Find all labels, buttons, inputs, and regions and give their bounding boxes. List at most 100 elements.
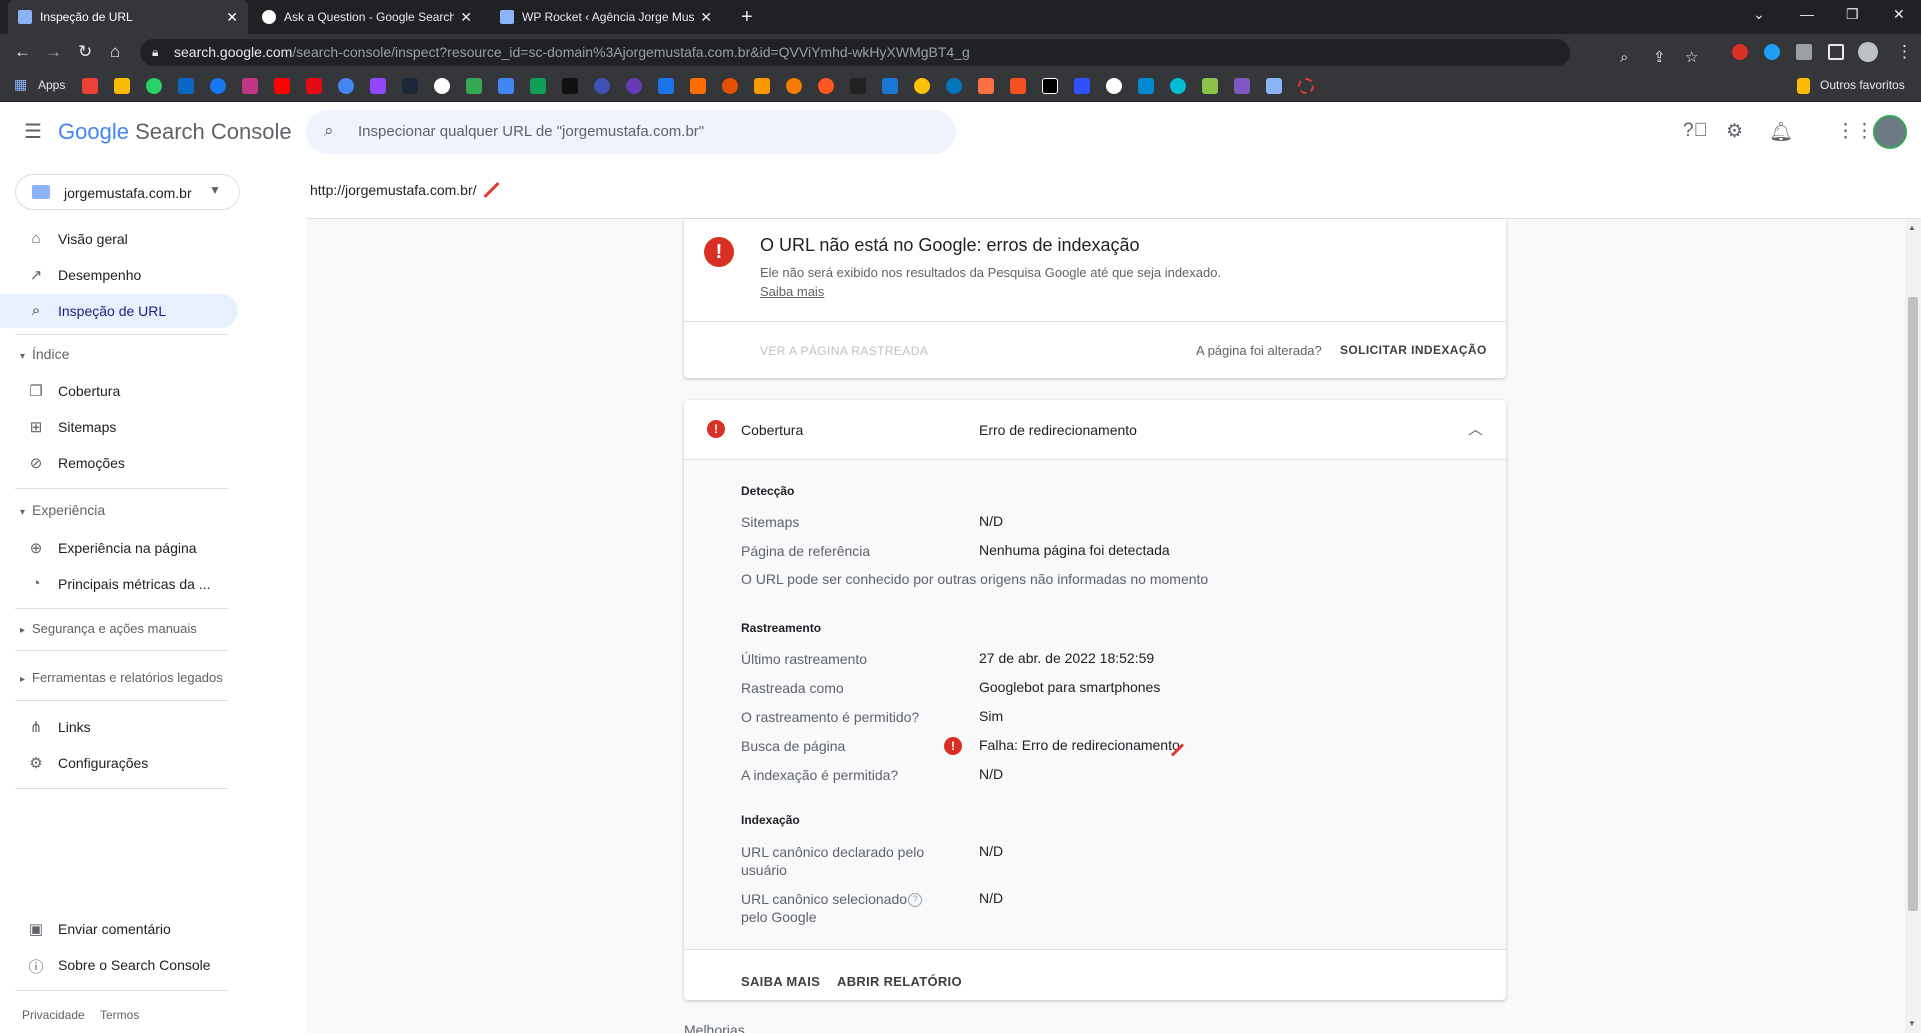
apps-grid-icon[interactable]: ⋮⋮ — [1836, 120, 1874, 143]
bookmark-icon[interactable] — [594, 78, 610, 94]
apps-grid-icon[interactable]: ▦ — [14, 76, 30, 92]
youtube-bookmark-icon[interactable] — [274, 78, 290, 94]
property-selector[interactable]: jorgemustafa.com.br ▼ — [15, 174, 240, 210]
scrollbar-thumb[interactable] — [1908, 297, 1918, 911]
close-icon[interactable]: ✕ — [226, 9, 238, 26]
twitch-bookmark-icon[interactable] — [370, 78, 386, 94]
bookmark-icon[interactable] — [1234, 78, 1250, 94]
bookmark-icon[interactable] — [1074, 78, 1090, 94]
tab-inspecao-url[interactable]: Inspeção de URL ✕ — [8, 0, 248, 34]
home-icon[interactable]: ⌂ — [110, 42, 120, 62]
bookmark-icon[interactable] — [690, 78, 706, 94]
menu-dots-icon[interactable]: ⋮ — [1896, 42, 1913, 62]
hamburger-menu-icon[interactable]: ☰ — [24, 119, 42, 144]
bookmark-icon[interactable] — [850, 78, 866, 94]
bookmark-icon[interactable] — [1138, 78, 1154, 94]
open-report-button[interactable]: ABRIR RELATÓRIO — [837, 974, 962, 989]
close-icon[interactable]: ✕ — [460, 9, 472, 26]
bookmark-icon[interactable] — [754, 78, 770, 94]
learn-more-button[interactable]: SAIBA MAIS — [741, 974, 820, 989]
github-bookmark-icon[interactable] — [1106, 78, 1122, 94]
manage-users-icon[interactable]: ⚙ — [1726, 120, 1743, 143]
gmail-bookmark-icon[interactable] — [82, 78, 98, 94]
request-indexing-button[interactable]: SOLICITAR INDEXAÇÃO — [1340, 343, 1487, 357]
sidebar-item-experiencia-pagina[interactable]: ⊕ Experiência na página — [0, 531, 238, 565]
sidebar-item-inspecao-url[interactable]: ⌕ Inspeção de URL — [0, 294, 238, 328]
bookmark-icon[interactable] — [434, 78, 450, 94]
bookmark-icon[interactable] — [498, 78, 514, 94]
sidebar-item-remocoes[interactable]: ⊘ Remoções — [0, 446, 238, 480]
bookmark-icon[interactable] — [466, 78, 482, 94]
bookmark-icon[interactable] — [626, 78, 642, 94]
privacy-link[interactable]: Privacidade — [22, 1008, 85, 1022]
tab-ask-question[interactable]: Ask a Question - Google Search C ✕ — [252, 0, 482, 34]
bookmark-apps[interactable]: Apps — [38, 78, 65, 92]
section-seguranca[interactable]: ▸ Segurança e ações manuais — [20, 621, 197, 636]
address-bar[interactable]: 🔒︎ search.google.com/search-console/insp… — [140, 39, 1698, 66]
scrollbar[interactable]: ▲ ▼ — [1905, 219, 1921, 1033]
section-ferramentas[interactable]: ▸ Ferramentas e relatórios legados — [20, 670, 223, 685]
sidebar-item-enviar-comentario[interactable]: ▣ Enviar comentário — [0, 912, 238, 946]
bookmark-icon[interactable] — [1170, 78, 1186, 94]
view-crawled-page-button[interactable]: VER A PÁGINA RASTREADA — [760, 344, 928, 358]
tab-wp-rocket[interactable]: WP Rocket ‹ Agência Jorge Must ✕ — [490, 0, 722, 34]
help-icon[interactable]: ?⃝ — [1683, 120, 1708, 142]
scroll-down-arrow-icon[interactable]: ▼ — [1908, 1019, 1916, 1028]
bookmark-icon[interactable] — [946, 78, 962, 94]
forward-icon[interactable]: → — [45, 42, 62, 62]
notifications-bell-icon[interactable]: 🔔︎ — [1769, 120, 1793, 144]
bookmark-icon[interactable] — [1298, 78, 1314, 94]
sidebar-item-principais-metricas[interactable]: ◔ Principais métricas da ... — [0, 567, 238, 601]
other-bookmarks[interactable]: Outros favoritos — [1820, 78, 1905, 92]
bookmark-icon[interactable] — [658, 78, 674, 94]
profile-avatar-icon[interactable] — [1858, 42, 1878, 62]
sidebar-item-sitemaps[interactable]: ⊞ Sitemaps — [0, 410, 238, 444]
sidebar-item-desempenho[interactable]: ↗ Desempenho — [0, 258, 238, 292]
scroll-up-arrow-icon[interactable]: ▲ — [1908, 223, 1916, 232]
bookmark-icon[interactable] — [530, 78, 546, 94]
bookmark-icon[interactable] — [1010, 78, 1026, 94]
bookmark-star-icon[interactable]: ☆ — [1685, 44, 1698, 71]
sidebar-item-visao-geral[interactable]: ⌂ Visão geral — [0, 222, 238, 256]
sidebar-item-links[interactable]: ⋔ Links — [0, 710, 238, 744]
help-circle-icon[interactable]: ? — [908, 893, 922, 907]
facebook-bookmark-icon[interactable] — [210, 78, 226, 94]
instagram-bookmark-icon[interactable] — [242, 78, 258, 94]
chrome-bookmark-icon[interactable] — [338, 78, 354, 94]
minimize-icon[interactable]: — — [1800, 6, 1814, 22]
side-panel-icon[interactable] — [1828, 44, 1844, 60]
bookmark-icon[interactable] — [1266, 78, 1282, 94]
puzzle-extensions-icon[interactable] — [1796, 44, 1812, 60]
bookmark-icon[interactable] — [786, 78, 802, 94]
extension-icon[interactable] — [1764, 44, 1780, 60]
bookmark-icon[interactable] — [818, 78, 834, 94]
reload-icon[interactable]: ↻ — [78, 42, 92, 62]
section-indice[interactable]: ▾ Índice — [20, 346, 69, 362]
bookmark-icon[interactable] — [1202, 78, 1218, 94]
steam-bookmark-icon[interactable] — [402, 78, 418, 94]
terms-link[interactable]: Termos — [100, 1008, 139, 1022]
bookmark-icon[interactable] — [978, 78, 994, 94]
netflix-bookmark-icon[interactable] — [306, 78, 322, 94]
new-tab-icon[interactable]: + — [741, 6, 753, 29]
zoom-icon[interactable]: ⌕ — [1620, 44, 1628, 71]
linkedin-bookmark-icon[interactable] — [178, 78, 194, 94]
sidebar-item-sobre[interactable]: ⓘ Sobre o Search Console — [0, 948, 238, 982]
bookmark-icon[interactable] — [562, 78, 578, 94]
back-icon[interactable]: ← — [14, 42, 31, 62]
bookmark-icon[interactable] — [1042, 78, 1058, 94]
extension-icon[interactable] — [1732, 44, 1748, 60]
bookmark-icon[interactable] — [882, 78, 898, 94]
section-experiencia[interactable]: ▾ Experiência — [20, 502, 105, 518]
avatar[interactable] — [1873, 115, 1907, 149]
sidebar-item-cobertura[interactable]: ❐ Cobertura — [0, 374, 238, 408]
restore-icon[interactable]: ❐ — [1846, 6, 1859, 23]
learn-more-link[interactable]: Saiba mais — [760, 284, 824, 299]
window-close-icon[interactable]: ✕ — [1893, 6, 1905, 23]
bookmark-icon[interactable] — [914, 78, 930, 94]
chevron-up-icon[interactable]: ︿ — [1468, 418, 1483, 439]
tab-search-chevron-icon[interactable]: ⌄ — [1753, 6, 1765, 23]
url-inspect-search[interactable]: ⌕ Inspecionar qualquer URL de "jorgemust… — [306, 110, 956, 154]
sidebar-item-configuracoes[interactable]: ⚙ Configurações — [0, 746, 238, 780]
share-icon[interactable]: ⇪ — [1653, 44, 1666, 71]
